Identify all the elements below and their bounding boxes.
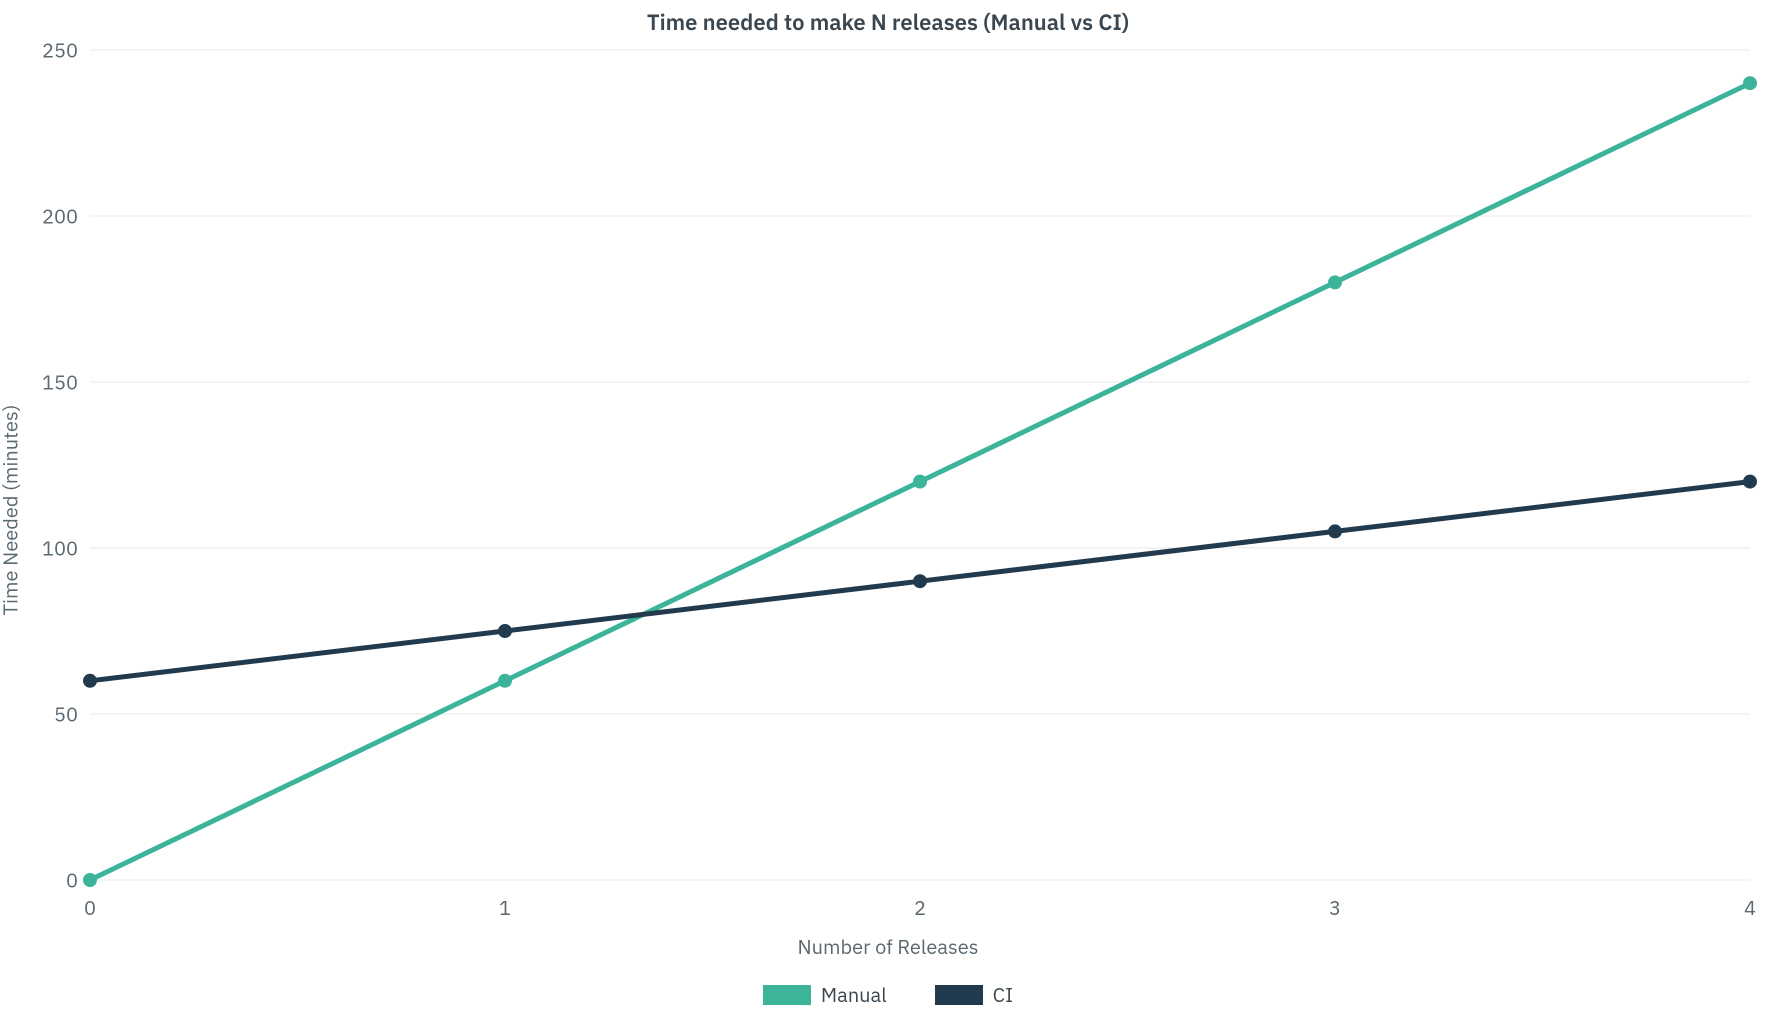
series-point-ci [83,674,97,688]
plot-svg [90,50,1750,880]
y-axis-label: Time Needed (minutes) [0,405,24,616]
legend-label: Manual [821,981,887,1008]
series-group [83,76,1757,887]
grid-lines [90,50,1750,880]
series-point-ci [913,574,927,588]
legend-swatch [763,985,811,1005]
x-tick-label: 2 [914,880,926,921]
series-point-manual [1743,76,1757,90]
legend-item-ci[interactable]: CI [935,981,1013,1008]
x-tick-label: 4 [1744,880,1756,921]
series-point-ci [498,624,512,638]
series-point-manual [1328,275,1342,289]
x-tick-label: 1 [499,880,511,921]
y-tick-label: 200 [30,203,90,230]
legend-label: CI [993,981,1013,1008]
y-tick-label: 50 [30,701,90,728]
y-tick-label: 250 [30,37,90,64]
series-point-manual [913,475,927,489]
chart-title: Time needed to make N releases (Manual v… [0,8,1776,37]
x-axis-label: Number of Releases [0,933,1776,960]
x-tick-label: 3 [1329,880,1341,921]
legend-item-manual[interactable]: Manual [763,981,887,1008]
series-point-manual [498,674,512,688]
plot-area: 050100150200250 01234 [90,50,1750,880]
x-tick-label: 0 [84,880,96,921]
legend: Manual CI [0,981,1776,1008]
y-tick-label: 100 [30,535,90,562]
legend-swatch [935,985,983,1005]
y-tick-label: 0 [30,867,90,894]
y-tick-label: 150 [30,369,90,396]
series-point-ci [1328,524,1342,538]
chart-container: Time needed to make N releases (Manual v… [0,0,1776,1020]
series-point-ci [1743,475,1757,489]
